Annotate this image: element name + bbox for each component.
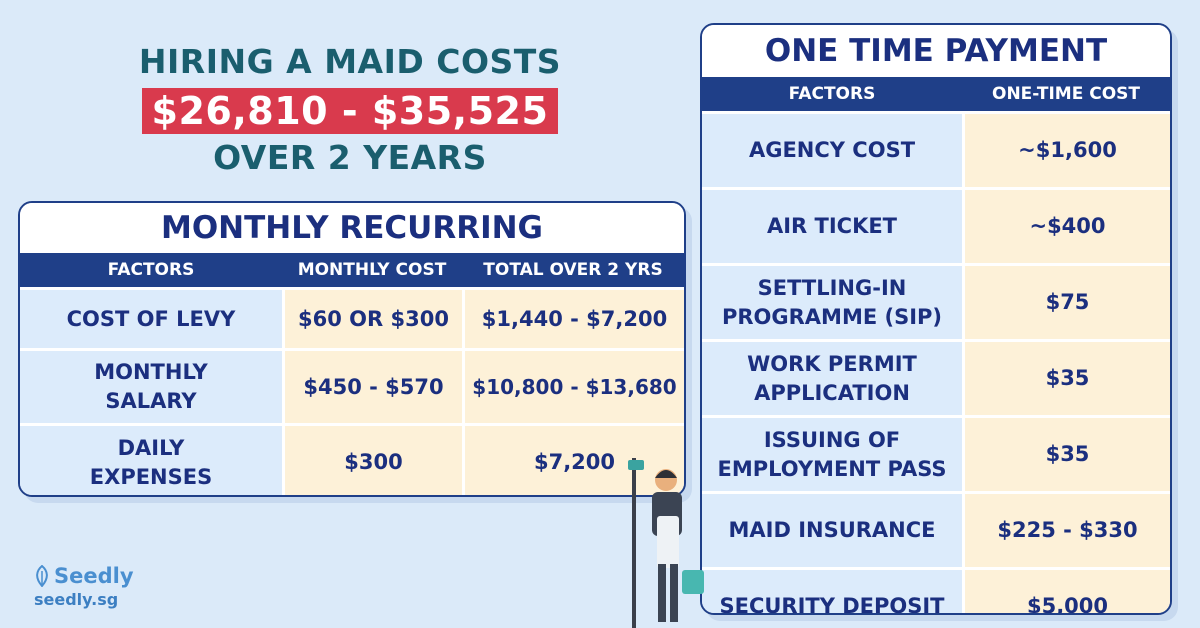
monthly-header-factors: FACTORS: [107, 260, 195, 280]
cost-cell: ~$400: [962, 190, 1170, 263]
table-row: MAID INSURANCE $225 - $330: [702, 491, 1170, 567]
cost-cell: $75: [962, 266, 1170, 339]
total-cost-cell: $1,440 - $7,200: [462, 290, 684, 348]
onetime-header-factors: FACTORS: [788, 84, 876, 104]
cost-cell: $225 - $330: [962, 494, 1170, 567]
factor-cell: COST OF LEVY: [20, 290, 282, 348]
factor-cell: SECURITY DEPOSIT: [702, 570, 962, 613]
table-row: MONTHLY SALARY $450 - $570 $10,800 - $13…: [20, 348, 684, 423]
mop-handle: [632, 458, 636, 628]
factor-cell: MAID INSURANCE: [702, 494, 962, 567]
leaf-icon: [36, 565, 48, 587]
mop-head: [628, 460, 644, 470]
table-row: AIR TICKET ~$400: [702, 187, 1170, 263]
onetime-header-row: FACTORS ONE-TIME COST: [702, 77, 1170, 111]
hair: [655, 470, 677, 478]
bucket: [682, 570, 704, 594]
table-row: SECURITY DEPOSIT $5,000: [702, 567, 1170, 613]
monthly-header-monthly-cost: MONTHLY COST: [297, 260, 447, 280]
seedly-logo: Seedly seedly.sg: [34, 564, 134, 609]
monthly-recurring-table: MONTHLY RECURRING FACTORS MONTHLY COST T…: [18, 201, 686, 497]
table-row: WORK PERMIT APPLICATION $35: [702, 339, 1170, 415]
brand-name: Seedly: [54, 564, 134, 588]
maid-illustration: [628, 458, 704, 628]
site-url: seedly.sg: [34, 590, 119, 609]
total-cost-cell: $10,800 - $13,680: [462, 351, 684, 423]
left-leg: [658, 564, 666, 622]
apron: [657, 516, 679, 568]
headline-amount: $26,810 - $35,525: [141, 88, 559, 134]
monthly-header-total: TOTAL OVER 2 YRS: [483, 260, 663, 280]
factor-cell: MONTHLY SALARY: [20, 351, 282, 423]
headline-line1: HIRING A MAID COSTS: [138, 42, 562, 81]
table-row: AGENCY COST ~$1,600: [702, 111, 1170, 187]
cost-cell: $5,000: [962, 570, 1170, 613]
table-row: SETTLING-IN PROGRAMME (SIP) $75: [702, 263, 1170, 339]
onetime-title: ONE TIME PAYMENT: [702, 25, 1170, 77]
table-row: COST OF LEVY $60 OR $300 $1,440 - $7,200: [20, 287, 684, 348]
cost-cell: $35: [962, 418, 1170, 491]
factor-cell: DAILY EXPENSES: [20, 426, 282, 495]
one-time-payment-table: ONE TIME PAYMENT FACTORS ONE-TIME COST A…: [700, 23, 1172, 615]
monthly-title: MONTHLY RECURRING: [20, 203, 684, 253]
cost-cell: $35: [962, 342, 1170, 415]
factor-cell: SETTLING-IN PROGRAMME (SIP): [702, 266, 962, 339]
cost-cell: ~$1,600: [962, 114, 1170, 187]
headline: HIRING A MAID COSTS $26,810 - $35,525 OV…: [100, 40, 600, 182]
table-row: ISSUING OF EMPLOYMENT PASS $35: [702, 415, 1170, 491]
factor-cell: WORK PERMIT APPLICATION: [702, 342, 962, 415]
headline-line3: OVER 2 YEARS: [213, 138, 487, 177]
monthly-cost-cell: $450 - $570: [282, 351, 462, 423]
factor-cell: AGENCY COST: [702, 114, 962, 187]
monthly-header-row: FACTORS MONTHLY COST TOTAL OVER 2 YRS: [20, 253, 684, 287]
right-leg: [670, 564, 678, 622]
monthly-cost-cell: $60 OR $300: [282, 290, 462, 348]
table-row: DAILY EXPENSES $300 $7,200: [20, 423, 684, 495]
factor-cell: AIR TICKET: [702, 190, 962, 263]
monthly-cost-cell: $300: [282, 426, 462, 495]
factor-cell: ISSUING OF EMPLOYMENT PASS: [702, 418, 962, 491]
onetime-header-cost: ONE-TIME COST: [992, 84, 1140, 104]
